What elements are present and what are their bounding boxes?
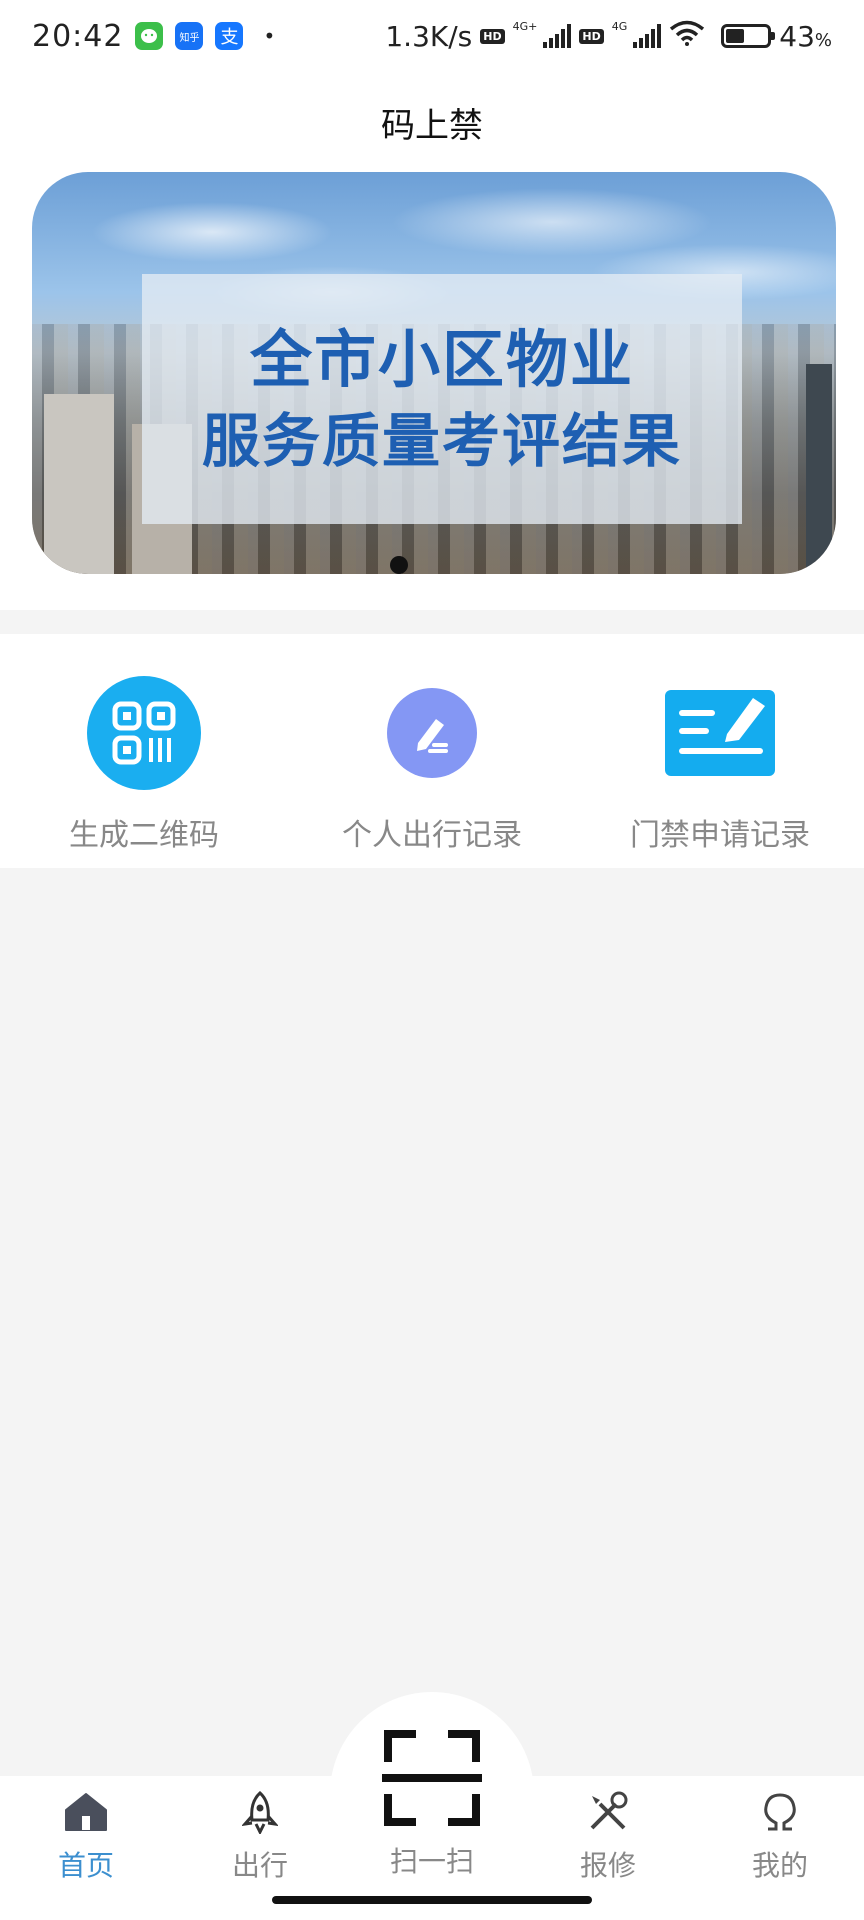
wifi-icon (669, 20, 705, 53)
notification-dot-icon: • (263, 24, 276, 48)
banner-building (806, 364, 832, 574)
status-time: 20:42 (32, 18, 124, 54)
wechat-icon (135, 22, 164, 50)
home-indicator[interactable] (272, 1896, 592, 1904)
home-icon (62, 1788, 110, 1836)
shortcut-generate-qr[interactable]: 生成二维码 (0, 634, 288, 868)
shortcut-label: 门禁申请记录 (630, 818, 810, 853)
signal-icon-2 (633, 24, 662, 48)
hd-badge-2: HD (579, 28, 604, 44)
tab-label: 报修 (579, 1849, 636, 1882)
sign-document-icon (665, 690, 775, 776)
tools-icon (584, 1788, 632, 1836)
hd-badge: HD (480, 28, 505, 44)
tab-label: 出行 (231, 1849, 288, 1882)
zhihu-icon: 知乎 (175, 22, 204, 50)
qr-code-icon (87, 676, 201, 790)
banner-area: 全市小区物业 服务质量考评结果 (0, 172, 864, 610)
scan-button[interactable] (382, 1728, 482, 1828)
signal-type-label-2: 4G (611, 19, 628, 33)
banner-text-panel: 全市小区物业 服务质量考评结果 (142, 274, 742, 524)
status-bar: 20:42 知乎 支 • 1.3K/s HD 4G+ HD 4G 43% (0, 0, 864, 72)
tab-label: 扫一扫 (389, 1845, 474, 1878)
tab-mine[interactable]: 我的 (710, 1788, 850, 1888)
status-right: 1.3K/s HD 4G+ HD 4G 43% (385, 20, 832, 53)
page-title: 码上禁 (381, 105, 483, 146)
tab-home[interactable]: 首页 (16, 1788, 156, 1888)
header: 码上禁 (0, 72, 864, 172)
person-icon (756, 1788, 804, 1836)
tab-label: 首页 (57, 1849, 114, 1882)
shortcut-access-records[interactable]: 门禁申请记录 (576, 634, 864, 868)
signal-type-label: 4G+ (512, 19, 538, 33)
alipay-icon: 支 (215, 22, 244, 50)
carousel-indicator-dot[interactable] (390, 556, 408, 574)
battery-icon (721, 24, 776, 48)
banner-carousel[interactable]: 全市小区物业 服务质量考评结果 (32, 172, 836, 574)
rocket-icon (236, 1788, 284, 1836)
scan-icon (382, 1730, 482, 1832)
status-left: 20:42 知乎 支 • (32, 19, 275, 54)
shortcut-label: 个人出行记录 (342, 818, 522, 853)
banner-headline: 全市小区物业 (249, 323, 634, 396)
banner-building (44, 394, 114, 574)
tab-travel[interactable]: 出行 (190, 1788, 330, 1888)
tab-label: 我的 (751, 1849, 808, 1882)
banner-subheadline: 服务质量考评结果 (201, 406, 682, 475)
signal-icon (543, 24, 572, 48)
battery-percent: 43% (779, 19, 832, 53)
pen-edit-icon (387, 688, 477, 778)
shortcut-grid: 生成二维码 个人出行记录 门禁申请记录 (0, 634, 864, 868)
shortcut-label: 生成二维码 (69, 818, 219, 853)
shortcut-travel-records[interactable]: 个人出行记录 (288, 634, 576, 868)
network-speed: 1.3K/s (385, 19, 473, 53)
tab-repair[interactable]: 报修 (538, 1788, 678, 1888)
